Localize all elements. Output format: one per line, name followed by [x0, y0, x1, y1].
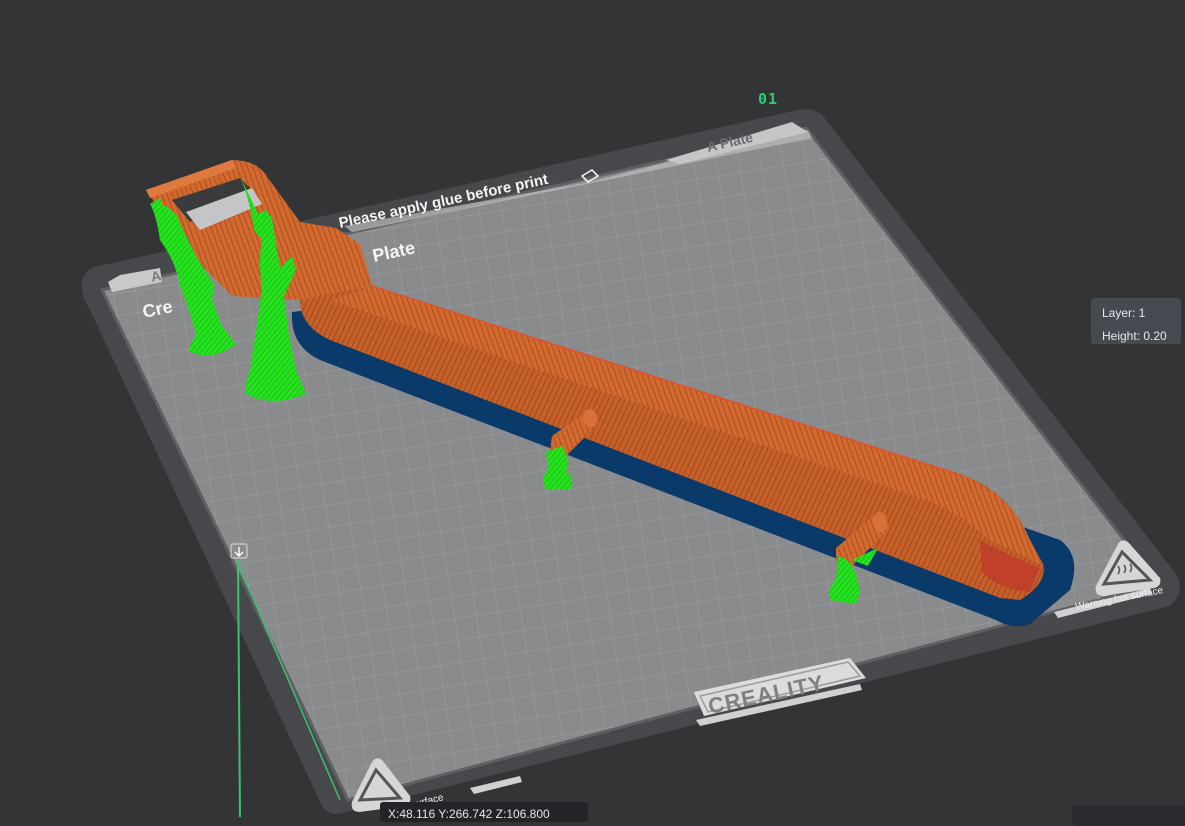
layer-info-panel: Layer: 1 Height: 0.20 — [1091, 298, 1181, 344]
toolbar-corner[interactable] — [1072, 806, 1185, 826]
layer-number: Layer: 1 — [1102, 306, 1146, 320]
plate-index-label: 01 — [758, 90, 779, 108]
layer-height: Height: 0.20 — [1102, 329, 1167, 343]
cursor-coordinates: X:48.116 Y:266.742 Z:106.800 — [380, 802, 588, 822]
3d-viewport[interactable]: Please apply glue before print A Plate P… — [0, 0, 1185, 817]
